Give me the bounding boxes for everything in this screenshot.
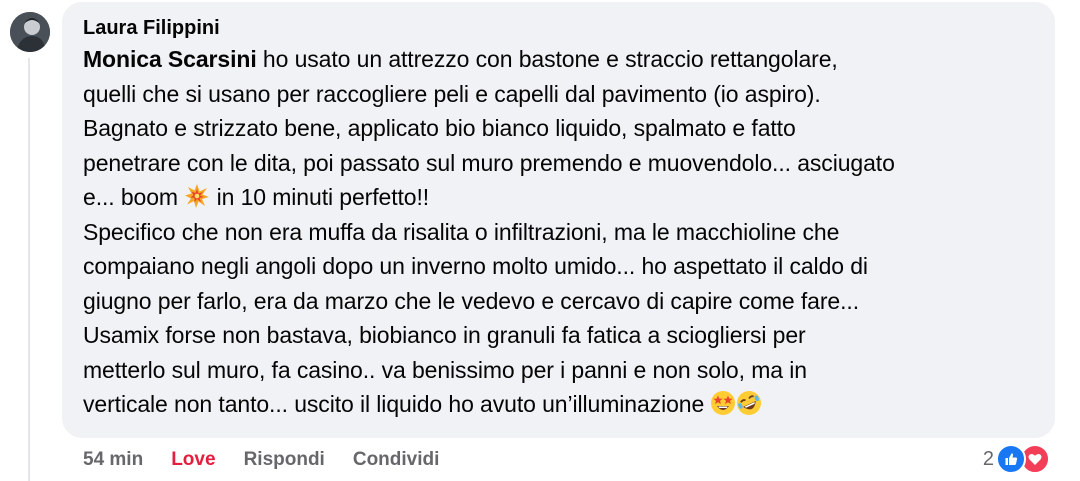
comment-line: metterlo sul muro, fa casino.. va beniss…: [83, 356, 807, 383]
comment-thread: Laura Filippini Monica Scarsini ho usato…: [0, 0, 1080, 481]
reaction-summary[interactable]: 2: [983, 444, 1050, 474]
comment-line: Usamix forse non bastava, biobianco in g…: [83, 322, 806, 348]
avatar-photo: [10, 12, 50, 52]
timestamp-link[interactable]: 54 min: [83, 449, 143, 471]
like-icon: [996, 444, 1026, 474]
comment-author[interactable]: Laura Filippini: [83, 16, 1035, 40]
collision-emoji-icon: [184, 183, 210, 209]
comment-line: compaiano negli angoli dopo un inverno m…: [83, 253, 868, 279]
comment-text: ho usato un attrezzo con bastone e strac…: [256, 46, 838, 72]
comment-line: e... boom in 10 minuti perfetto!!: [83, 180, 1035, 215]
comment-bubble: Laura Filippini Monica Scarsini ho usato…: [62, 2, 1055, 438]
reply-button[interactable]: Rispondi: [244, 449, 325, 471]
share-button[interactable]: Condividi: [353, 449, 440, 471]
comment-actions: 54 min Love Rispondi Condividi: [83, 449, 467, 471]
comment-text: verticale non tanto... uscito il liquido…: [83, 391, 711, 417]
mention-link[interactable]: Monica Scarsini: [83, 46, 257, 72]
love-button[interactable]: Love: [171, 449, 215, 471]
comment-line: Monica Scarsini ho usato un attrezzo con…: [83, 42, 1035, 77]
comment-line: quelli che si usano per raccogliere peli…: [83, 80, 821, 107]
comment-body: Monica Scarsini ho usato un attrezzo con…: [83, 42, 1035, 422]
comment-text: in 10 minuti perfetto!!: [210, 184, 430, 210]
reaction-count: 2: [982, 447, 994, 470]
comment-line: Specifico che non era muffa da risalita …: [83, 218, 840, 245]
rolling-laughing-emoji-icon: [736, 390, 762, 416]
thread-line: [28, 58, 30, 481]
comment-line: verticale non tanto... uscito il liquido…: [83, 387, 1035, 422]
comment-line: Bagnato e strizzato bene, applicato bio …: [83, 115, 796, 141]
comment-line: penetrare con le dita, poi passato sul m…: [83, 149, 895, 176]
star-struck-emoji-icon: [710, 390, 736, 416]
comment-line: giugno per farlo, era da marzo che le ve…: [83, 287, 859, 314]
comment-text: e... boom: [83, 184, 185, 210]
avatar[interactable]: [10, 12, 50, 52]
